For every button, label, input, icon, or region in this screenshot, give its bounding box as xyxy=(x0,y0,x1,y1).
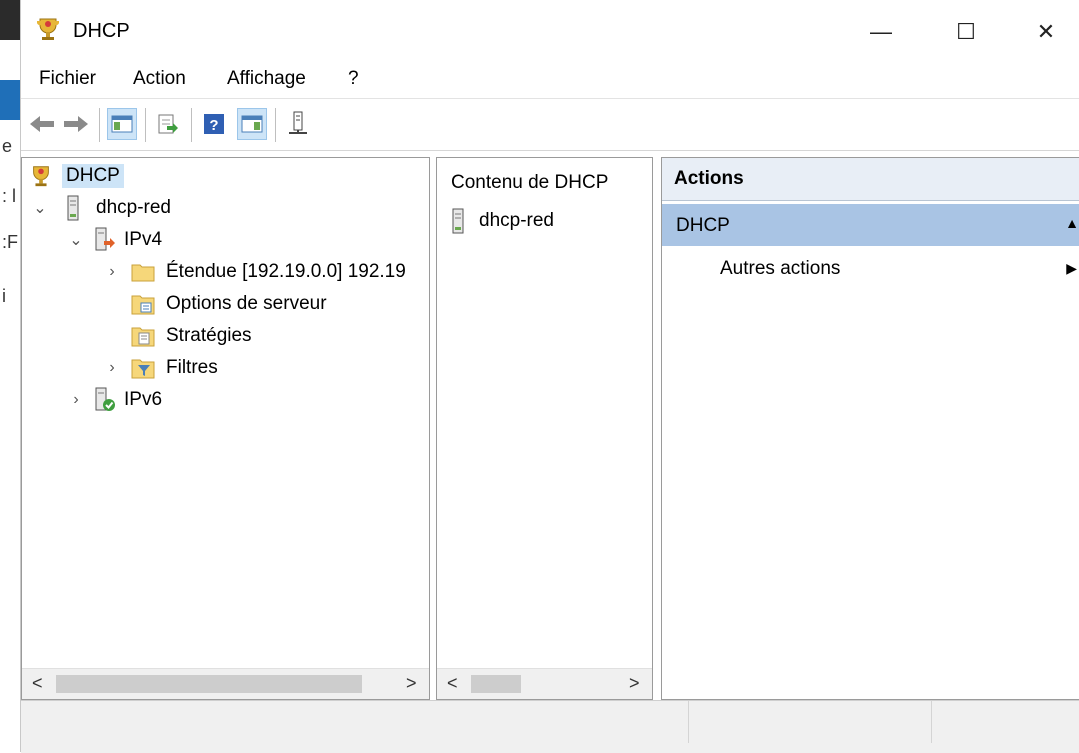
action-pane-toggle-icon[interactable] xyxy=(237,108,267,140)
actions-header-bar: Actions xyxy=(662,158,1079,201)
tree-item-policies[interactable]: Stratégies xyxy=(28,320,406,352)
tree-item-dhcp-root[interactable]: DHCP xyxy=(28,160,406,192)
menu-bar: Fichier Action Affichage ? xyxy=(21,62,1079,99)
background-window-strip: e : l :F i xyxy=(0,0,20,752)
forward-arrow-icon[interactable] xyxy=(61,108,91,140)
console-tree-toggle-icon[interactable] xyxy=(107,108,137,140)
toolbar: ? xyxy=(21,100,1079,151)
tree-label-scope: Étendue [192.19.0.0] 192.19 xyxy=(166,261,406,282)
ipv6-server-icon xyxy=(94,387,116,413)
dhcp-trophy-icon xyxy=(35,16,61,42)
dhcp-trophy-icon xyxy=(28,163,54,189)
scroll-right-icon[interactable]: > xyxy=(406,673,417,694)
tree-item-filters[interactable]: › Filtres xyxy=(28,352,406,384)
server-icon xyxy=(451,208,467,234)
window-title: DHCP xyxy=(73,20,130,42)
status-cell-main xyxy=(21,701,689,743)
menu-action[interactable]: Action xyxy=(133,68,186,90)
tree-horizontal-scrollbar[interactable]: < > xyxy=(22,668,429,699)
ipv4-server-icon xyxy=(94,227,116,253)
actions-pane: Actions DHCP ▲ Autres actions ▶ xyxy=(661,157,1079,700)
action-item-label: Autres actions xyxy=(720,258,841,279)
tree-label-server: dhcp-red xyxy=(96,197,171,218)
actions-section-dhcp[interactable]: DHCP ▲ xyxy=(662,204,1079,246)
content-pane: Contenu de DHCP dhcp-red < > xyxy=(436,157,653,700)
chevron-down-icon[interactable]: ⌄ xyxy=(28,198,52,218)
tree-label-dhcp: DHCP xyxy=(62,164,124,188)
title-bar: DHCP — ☐ ✕ xyxy=(21,0,1079,62)
scroll-right-icon[interactable]: > xyxy=(629,673,640,694)
server-options-icon xyxy=(130,291,156,317)
close-button[interactable]: ✕ xyxy=(1016,8,1076,56)
tree-item-scope[interactable]: › Étendue [192.19.0.0] 192.19 xyxy=(28,256,406,288)
folder-icon xyxy=(130,259,156,285)
scrollbar-thumb[interactable] xyxy=(471,675,521,693)
tree-label-policies: Stratégies xyxy=(166,325,252,346)
scroll-left-icon[interactable]: < xyxy=(32,673,43,694)
collapse-up-icon[interactable]: ▲ xyxy=(1065,215,1079,231)
status-cell-2 xyxy=(689,701,932,743)
tree-item-server[interactable]: ⌄ dhcp-red xyxy=(28,192,406,224)
chevron-right-icon[interactable]: › xyxy=(100,359,124,377)
tree-label-filters: Filtres xyxy=(166,357,218,378)
tree-item-server-options[interactable]: Options de serveur xyxy=(28,288,406,320)
tree-item-ipv4[interactable]: ⌄ IPv4 xyxy=(28,224,406,256)
chevron-down-icon[interactable]: ⌄ xyxy=(64,230,88,250)
content-horizontal-scrollbar[interactable]: < > xyxy=(437,668,652,699)
scrollbar-thumb[interactable] xyxy=(56,675,362,693)
menu-affichage[interactable]: Affichage xyxy=(227,68,306,90)
export-list-icon[interactable] xyxy=(153,108,183,140)
status-bar xyxy=(21,700,1079,753)
content-item-label: dhcp-red xyxy=(479,210,554,231)
tree-item-ipv6[interactable]: › IPv6 xyxy=(28,384,406,416)
chevron-right-icon[interactable]: › xyxy=(100,263,124,281)
help-icon[interactable]: ? xyxy=(199,108,229,140)
tree-label-ipv4: IPv4 xyxy=(124,229,163,250)
back-arrow-icon[interactable] xyxy=(27,108,57,140)
policies-icon xyxy=(130,323,156,349)
tree-label-ipv6: IPv6 xyxy=(124,389,163,410)
menu-fichier[interactable]: Fichier xyxy=(39,68,96,90)
server-tool-icon[interactable] xyxy=(283,108,313,140)
minimize-button[interactable]: — xyxy=(851,8,911,56)
svg-text:?: ? xyxy=(209,117,218,134)
content-item-server[interactable]: dhcp-red xyxy=(451,208,554,234)
tree-label-server-options: Options de serveur xyxy=(166,293,327,314)
filter-icon xyxy=(130,355,156,381)
actions-header: Actions xyxy=(674,168,744,189)
content-header: Contenu de DHCP xyxy=(451,172,609,193)
submenu-arrow-icon: ▶ xyxy=(1066,260,1077,276)
menu-help[interactable]: ? xyxy=(348,68,359,90)
console-tree-pane: DHCP ⌄ dhcp-red ⌄ IPv4 › Étendue [192.19… xyxy=(21,157,430,700)
action-item-autres-actions[interactable]: Autres actions ▶ xyxy=(662,254,1079,286)
scroll-left-icon[interactable]: < xyxy=(447,673,458,694)
actions-section-label: DHCP xyxy=(676,215,730,236)
server-icon xyxy=(60,195,86,221)
dhcp-window: DHCP — ☐ ✕ Fichier Action Affichage ? ? xyxy=(20,0,1079,753)
maximize-button[interactable]: ☐ xyxy=(936,8,996,56)
chevron-right-icon[interactable]: › xyxy=(64,391,88,409)
